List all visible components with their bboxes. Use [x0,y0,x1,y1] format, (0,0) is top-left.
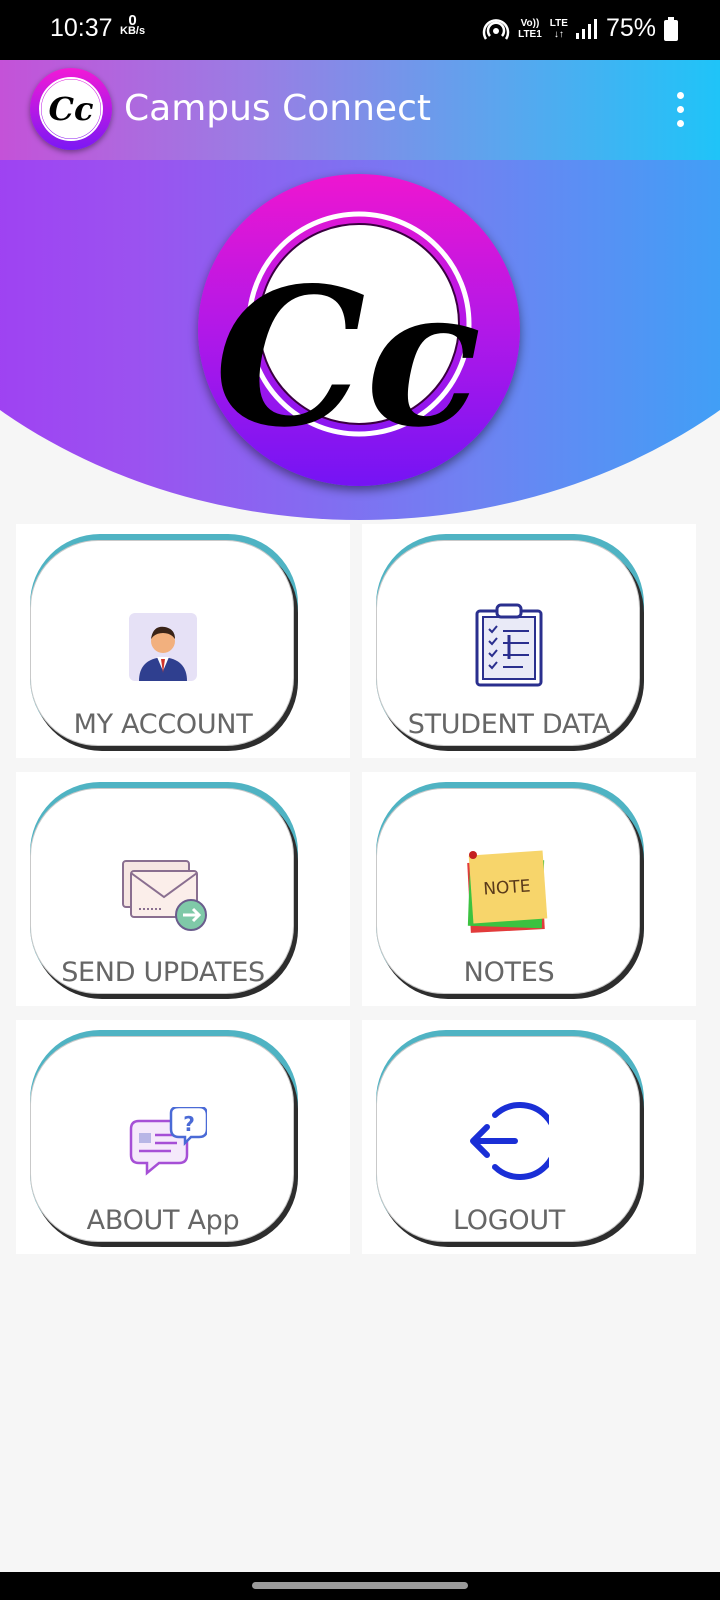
tile-face: STUDENT DATA [376,540,640,746]
status-bar: 10:37 0 KB/s Vo)) LTE1 LTE ↓↑ 75% [0,0,720,60]
logout-label: LOGOUT [453,1205,565,1236]
send-updates-button[interactable]: SEND UPDATES [30,782,298,999]
svg-text:?: ? [183,1112,195,1136]
account-icon [129,613,197,681]
app-logo-text: Cc [49,90,94,128]
notes-label: NOTES [463,957,555,988]
volte-top: Vo)) [520,17,540,29]
notes-button[interactable]: NOTE NOTES [376,782,644,999]
lte-indicator: LTE ↓↑ [550,18,568,40]
main-logo-text: Cc [215,246,482,469]
main-logo: Cc [198,174,520,486]
about-app-label: ABOUT App [86,1205,240,1236]
signal-icon [575,18,597,39]
app-bar: Cc Campus Connect [0,60,720,160]
clipboard-icon [475,603,543,687]
battery-icon [664,16,678,41]
send-updates-label: SEND UPDATES [61,957,265,988]
menu-cell-notes: NOTE NOTES [362,772,696,1006]
overflow-menu-icon[interactable] [670,90,690,130]
app-title: Campus Connect [124,88,431,129]
network-speed: 0 KB/s [120,13,146,37]
tile-face: ? ABOUT App [30,1036,294,1242]
battery-percentage: 75% [605,14,656,42]
note-icon-text: NOTE [483,876,532,899]
tile-face: SEND UPDATES [30,788,294,994]
student-data-button[interactable]: STUDENT DATA [376,534,644,751]
student-data-label: STUDENT DATA [407,709,611,740]
tile-face: MY ACCOUNT [30,540,294,746]
menu-cell-logout: LOGOUT [362,1020,696,1254]
app-logo-mark: Cc [39,77,103,141]
note-icon: NOTE [467,850,548,933]
menu-cell-my-account: MY ACCOUNT [16,524,350,758]
main-logo-mark: Cc [215,211,482,469]
my-account-button[interactable]: MY ACCOUNT [30,534,298,751]
about-app-button[interactable]: ? ABOUT App [30,1030,298,1247]
logout-button[interactable]: LOGOUT [376,1030,644,1247]
status-time: 10:37 [50,14,113,42]
menu-cell-send-updates: SEND UPDATES [16,772,350,1006]
network-speed-unit: KB/s [120,25,146,37]
volte-bottom: LTE1 [518,28,542,40]
my-account-label: MY ACCOUNT [73,709,253,740]
send-mail-icon [122,860,207,931]
network-type: LTE [549,17,568,29]
hotspot-icon [482,18,510,40]
app-logo: Cc [30,68,112,150]
logout-icon [470,1102,549,1180]
system-nav-bar [0,1572,720,1600]
volte-indicator: Vo)) LTE1 [518,18,542,40]
menu-cell-about: ? ABOUT App [16,1020,350,1254]
menu-cell-student-data: STUDENT DATA [362,524,696,758]
tile-face: LOGOUT [376,1036,640,1242]
data-arrows-icon: ↓↑ [553,28,564,40]
home-gesture-handle[interactable] [252,1582,468,1589]
tile-face: NOTE NOTES [376,788,640,994]
status-icons: Vo)) LTE1 LTE ↓↑ 75% [482,14,678,43]
about-chat-icon: ? [129,1107,207,1176]
